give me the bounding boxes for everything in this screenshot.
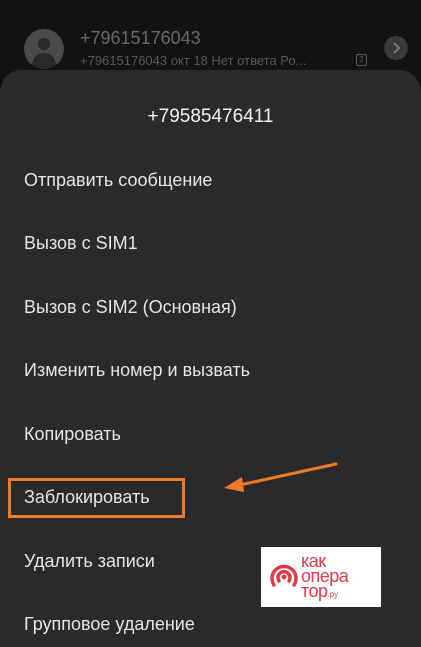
menu-item-group-delete[interactable]: Групповое удаление: [24, 614, 195, 635]
person-icon: [38, 38, 50, 50]
watermark-text: как опера тор.ру: [301, 551, 349, 601]
sheet-title: +79585476411: [147, 106, 274, 127]
menu-item-call-sim2[interactable]: Вызов с SIM2 (Основная): [24, 297, 237, 318]
menu-item-send-message[interactable]: Отправить сообщение: [24, 170, 212, 191]
menu-item-edit-and-call[interactable]: Изменить номер и вызвать: [24, 360, 250, 381]
watermark-logo: как опера тор.ру: [261, 547, 381, 607]
call-log-details: +79615176043 окт 18 Нет ответа Ро...: [80, 53, 307, 68]
call-log-number: +79615176043: [80, 28, 201, 48]
chevron-right-icon: [384, 36, 408, 60]
sim-badge: 2: [356, 54, 367, 66]
arrow-left-icon: [224, 462, 338, 492]
signal-icon: [270, 564, 298, 587]
highlight-box: [8, 478, 185, 518]
menu-item-delete-records[interactable]: Удалить записи: [24, 551, 155, 572]
avatar: [24, 29, 64, 69]
menu-item-call-sim1[interactable]: Вызов с SIM1: [24, 233, 138, 254]
menu-item-copy[interactable]: Копировать: [24, 424, 121, 445]
call-log-row: +79615176043 +79615176043 окт 18 Нет отв…: [0, 0, 421, 80]
